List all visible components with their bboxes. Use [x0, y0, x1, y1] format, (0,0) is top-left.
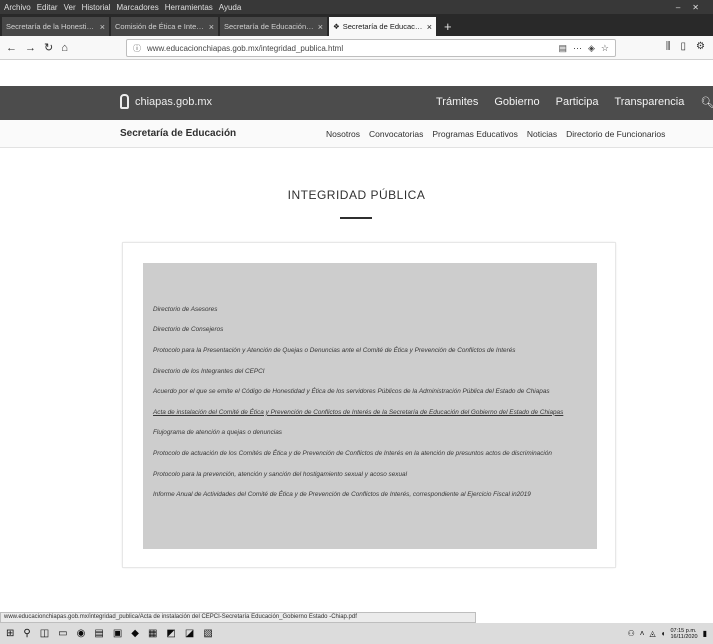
tab-2[interactable]: Comisión de Ética e Integrid... × — [111, 17, 218, 36]
navigation-bar: ← → ↻ ⌂ ⓘ www.educacionchiapas.gob.mx/in… — [0, 36, 713, 60]
documents-panel: Directorio de Asesores Directorio de Con… — [143, 263, 597, 549]
tab-label: Secretaría de la Honestidad y... — [6, 22, 97, 31]
close-tab-icon[interactable]: × — [318, 22, 323, 32]
close-icon[interactable]: ✕ — [692, 3, 699, 12]
bookmark-star-icon[interactable]: ☆ — [601, 43, 609, 54]
app-icon[interactable]: ◩ — [166, 628, 175, 639]
nav-tramites[interactable]: Trámites — [436, 96, 478, 109]
url-text: www.educacionchiapas.gob.mx/integridad_p… — [147, 43, 344, 53]
search-icon[interactable]: 🔍︎ — [700, 96, 713, 109]
new-tab-button[interactable]: + — [438, 19, 458, 36]
reload-icon[interactable]: ↻ — [44, 41, 53, 54]
menu-file[interactable]: Archivo — [4, 3, 31, 12]
document-link[interactable]: Directorio de Asesores — [153, 299, 563, 320]
forward-icon[interactable]: → — [25, 42, 36, 54]
document-link[interactable]: Protocolo para la prevención, atención y… — [153, 464, 563, 485]
word-app-icon[interactable]: ▤ — [94, 628, 103, 639]
subnav-nosotros[interactable]: Nosotros — [326, 129, 360, 139]
document-link[interactable]: Acuerdo por el que se emite el Código de… — [153, 381, 563, 402]
document-link[interactable]: Flujograma de atención a quejas o denunc… — [153, 423, 563, 444]
document-link[interactable]: Protocolo de actuación de los Comités de… — [153, 443, 563, 464]
tab-label: Comisión de Ética e Integrid... — [115, 22, 206, 31]
store-app-icon[interactable]: ▣ — [113, 628, 122, 639]
back-icon[interactable]: ← — [6, 42, 17, 54]
close-tab-icon[interactable]: × — [209, 22, 214, 32]
document-link[interactable]: Informe Anual de Actividades del Comité … — [153, 484, 563, 505]
tab-1[interactable]: Secretaría de la Honestidad y... × — [2, 17, 109, 36]
address-bar-actions: ▤ ⋯ ◈ ☆ — [558, 43, 609, 54]
people-icon[interactable]: ⚇ — [628, 629, 635, 638]
document-link[interactable]: Directorio de los Integrantes del CEPCI — [153, 361, 563, 382]
extension-icon[interactable]: ⚙ — [696, 41, 705, 52]
title-divider — [340, 217, 372, 219]
page-title: INTEGRIDAD PÚBLICA — [287, 188, 426, 202]
system-tray: ⚇ ˄ ◬ ◖ 07:15 p.m. 16/11/2020 ▮ — [628, 628, 713, 640]
subnav-programas[interactable]: Programas Educativos — [432, 129, 518, 139]
network-icon[interactable]: ◬ — [649, 629, 655, 638]
window-controls: – ✕ — [676, 3, 713, 12]
sub-nav-links: Nosotros Convocatorias Programas Educati… — [326, 129, 665, 139]
subnav-convocatorias[interactable]: Convocatorias — [369, 129, 423, 139]
document-link-hovered[interactable]: Acta de instalación del Comité de Ética … — [153, 402, 563, 423]
documents-list: Directorio de Asesores Directorio de Con… — [153, 299, 563, 505]
app-icon[interactable]: ▦ — [148, 628, 157, 639]
document-link[interactable]: Protocolo para la Presentación y Atenció… — [153, 340, 563, 361]
pdf-app-icon[interactable]: ◆ — [131, 628, 139, 639]
menu-bookmarks[interactable]: Marcadores — [117, 3, 159, 12]
app-icon[interactable]: ▧ — [203, 628, 212, 639]
chevron-up-icon[interactable]: ˄ — [640, 629, 645, 638]
address-bar[interactable]: ⓘ www.educacionchiapas.gob.mx/integridad… — [126, 39, 616, 57]
os-taskbar: ⊞ ⚲ ◫ ▭ ◉ ▤ ▣ ◆ ▦ ◩ ◪ ▧ ⚇ ˄ ◬ ◖ 07:15 p.… — [0, 623, 713, 644]
tab-label: Secretaría de Educación del Es... — [342, 22, 424, 31]
close-tab-icon[interactable]: × — [427, 22, 432, 32]
subnav-directorio[interactable]: Directorio de Funcionarios — [566, 129, 665, 139]
tab-3[interactable]: Secretaría de Educación del Es... × — [220, 17, 327, 36]
documents-card: Directorio de Asesores Directorio de Con… — [122, 242, 616, 568]
pocket-icon[interactable]: ◈ — [588, 43, 595, 54]
start-icon[interactable]: ⊞ — [6, 628, 14, 639]
info-icon[interactable]: ⓘ — [133, 43, 141, 54]
task-view-icon[interactable]: ◫ — [40, 628, 49, 639]
site-logo[interactable]: chiapas.gob.mx — [120, 94, 212, 109]
sidebar-icon[interactable]: ▯ — [681, 41, 687, 52]
menu-edit[interactable]: Editar — [37, 3, 58, 12]
minimize-icon[interactable]: – — [676, 3, 680, 12]
site-top-nav: chiapas.gob.mx Trámites Gobierno Partici… — [0, 86, 713, 120]
app-icon[interactable]: ◪ — [185, 628, 194, 639]
top-nav-links: Trámites Gobierno Participa Transparenci… — [436, 96, 713, 109]
chiapas-logo-icon — [120, 94, 129, 109]
menu-help[interactable]: Ayuda — [219, 3, 242, 12]
menu-tools[interactable]: Herramientas — [165, 3, 213, 12]
status-link-preview: www.educacionchiapas.gob.mx/integridad_p… — [0, 612, 476, 623]
toolbar-right: ⫼ ▯ ⚙ — [666, 41, 705, 52]
folder-icon[interactable]: ▭ — [58, 628, 67, 639]
tab-strip: Secretaría de la Honestidad y... × Comis… — [0, 14, 713, 36]
nav-gobierno[interactable]: Gobierno — [494, 96, 539, 109]
nav-transparencia[interactable]: Transparencia — [614, 96, 684, 109]
tab-label: Secretaría de Educación del Es... — [224, 22, 315, 31]
page-actions-icon[interactable]: ⋯ — [573, 43, 582, 54]
department-nav: Secretaría de Educación Nosotros Convoca… — [0, 120, 713, 148]
notifications-icon[interactable]: ▮ — [703, 629, 707, 638]
reader-view-icon[interactable]: ▤ — [558, 43, 567, 54]
clock-date: 16/11/2020 — [670, 633, 698, 640]
home-icon[interactable]: ⌂ — [61, 42, 68, 54]
menu-view[interactable]: Ver — [64, 3, 76, 12]
close-tab-icon[interactable]: × — [100, 22, 105, 32]
browser-menu-bar: Archivo Editar Ver Historial Marcadores … — [0, 0, 713, 14]
clock[interactable]: 07:15 p.m. 16/11/2020 — [670, 628, 697, 640]
favicon-icon: ❖ — [333, 22, 340, 31]
logo-text: chiapas.gob.mx — [135, 95, 213, 108]
search-icon[interactable]: ⚲ — [23, 628, 30, 639]
department-name[interactable]: Secretaría de Educación — [120, 128, 236, 139]
nav-participa[interactable]: Participa — [556, 96, 599, 109]
tab-4-active[interactable]: ❖ Secretaría de Educación del Es... × — [329, 17, 436, 36]
menu-history[interactable]: Historial — [82, 3, 111, 12]
subnav-noticias[interactable]: Noticias — [527, 129, 557, 139]
volume-icon[interactable]: ◖ — [661, 629, 666, 638]
library-icon[interactable]: ⫼ — [666, 41, 671, 52]
document-link[interactable]: Directorio de Consejeros — [153, 320, 563, 341]
browser-app-icon[interactable]: ◉ — [77, 628, 86, 639]
